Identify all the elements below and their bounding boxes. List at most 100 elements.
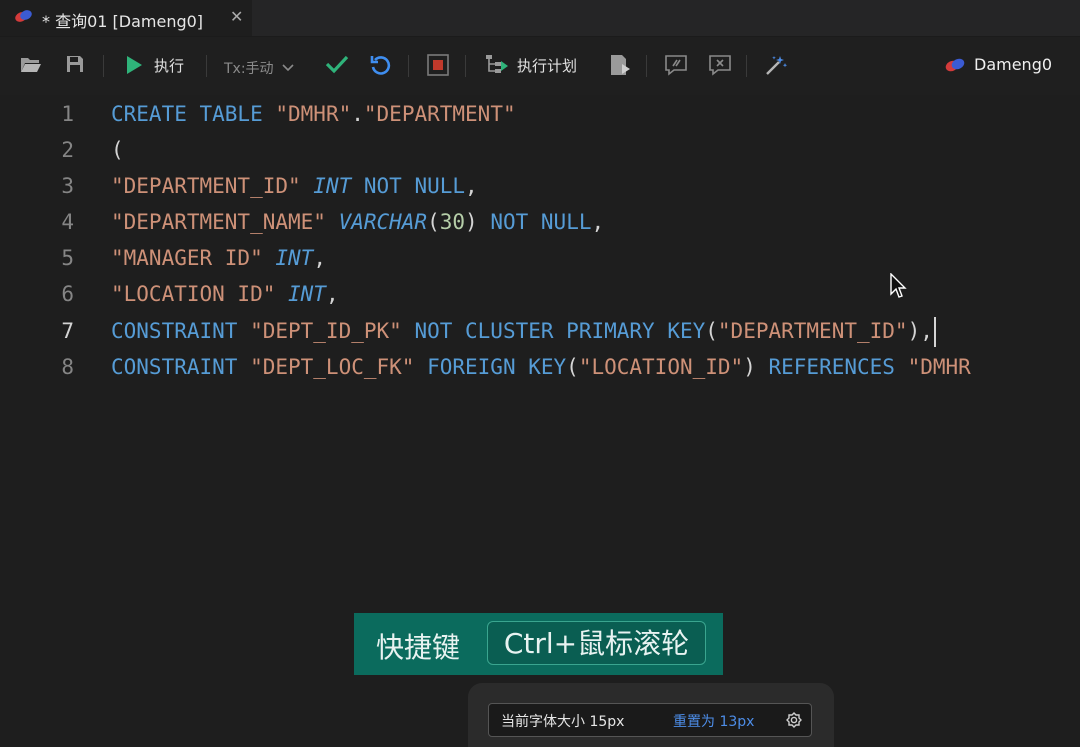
check-icon	[325, 55, 349, 74]
shortcut-hint-prefix: 快捷键	[376, 631, 461, 664]
execution-plan-button[interactable]: 执行计划	[485, 54, 577, 76]
toolbar-divider	[746, 55, 747, 77]
connection-label: Dameng0	[974, 55, 1053, 74]
transaction-mode-label: Tx:手动	[224, 61, 274, 77]
magic-wand-icon	[766, 56, 788, 75]
code-token: ,	[313, 246, 326, 270]
undo-icon	[370, 56, 391, 75]
toolbar-divider	[408, 55, 409, 77]
save-icon	[67, 56, 83, 72]
stop-icon	[427, 54, 449, 76]
code-token: "DEPT_LOC_FK"	[250, 355, 428, 379]
code-token: CONSTRAINT	[111, 319, 251, 343]
comment-icon	[665, 55, 687, 76]
code-token: "DEPARTMENT"	[363, 102, 516, 126]
code-text: "MANAGER ID" INT,	[111, 240, 326, 276]
code-token: "DMHR"	[275, 102, 352, 126]
explain-button[interactable]	[609, 54, 631, 76]
code-token: VARCHAR	[338, 210, 428, 234]
code-line[interactable]: 1 CREATE TABLE "DMHR"."DEPARTMENT"	[0, 96, 1080, 132]
mouse-pointer-icon	[890, 273, 907, 298]
code-token: "MANAGER ID"	[111, 246, 276, 270]
code-token: ,	[465, 174, 478, 198]
execute-button[interactable]: 执行	[124, 54, 184, 76]
line-number: 6	[61, 282, 74, 306]
code-token: ),	[907, 319, 933, 343]
uncomment-button[interactable]	[708, 54, 732, 76]
font-size-bar: 当前字体大小 15px 重置为 13px	[488, 703, 812, 737]
code-token: CONSTRAINT	[111, 355, 251, 379]
code-token: INT	[313, 174, 352, 198]
uncomment-icon	[709, 55, 731, 76]
toolbar-divider	[206, 55, 207, 77]
rollback-button[interactable]	[370, 54, 392, 76]
execution-plan-icon	[486, 55, 508, 73]
execution-plan-label: 执行计划	[517, 56, 578, 75]
line-number: 7	[61, 319, 74, 343]
save-button[interactable]	[65, 54, 85, 74]
chevron-down-icon	[281, 64, 294, 72]
format-button[interactable]	[765, 54, 789, 76]
code-token: NOT CLUSTER PRIMARY KEY	[414, 319, 706, 343]
code-token: INT	[288, 282, 326, 306]
toolbar-divider	[103, 55, 104, 77]
reset-font-size-link[interactable]: 重置为 13px	[673, 711, 754, 731]
code-text: CONSTRAINT "DEPT_LOC_FK" FOREIGN KEY("LO…	[111, 349, 971, 385]
code-line[interactable]: 7 CONSTRAINT "DEPT_ID_PK" NOT CLUSTER PRI…	[0, 313, 1080, 349]
commit-button[interactable]	[325, 54, 349, 74]
line-number: 5	[61, 246, 74, 270]
explain-icon	[611, 55, 630, 75]
line-number: 1	[61, 102, 74, 126]
transaction-mode-select[interactable]: Tx:手动	[224, 58, 294, 78]
code-text: "LOCATION ID" INT,	[111, 276, 339, 312]
code-token: )	[743, 355, 769, 379]
code-token: INT	[275, 246, 314, 270]
code-line[interactable]: 5 "MANAGER ID" INT,	[0, 240, 1080, 276]
code-token: ,	[591, 210, 605, 234]
code-text: (	[111, 132, 124, 168]
code-line[interactable]: 6 "LOCATION ID" INT,	[0, 276, 1080, 312]
code-token: "DMHR	[907, 355, 971, 379]
tab-bar: * 查询01 [Dameng0] ✕	[0, 0, 1080, 37]
code-token: 30	[439, 210, 466, 234]
open-button[interactable]	[20, 54, 42, 74]
code-token: "DEPARTMENT_ID"	[717, 319, 908, 343]
line-number: 3	[61, 174, 74, 198]
dameng-logo-icon	[15, 10, 32, 22]
current-font-size: 当前字体大小 15px	[501, 714, 625, 730]
code-line[interactable]: 8 CONSTRAINT "DEPT_LOC_FK" FOREIGN KEY("L…	[0, 349, 1080, 385]
code-token: NOT NULL	[351, 174, 466, 198]
code-token: "DEPARTMENT_NAME"	[111, 210, 339, 234]
text-caret	[933, 317, 936, 347]
code-token: (	[427, 210, 440, 234]
close-icon[interactable]: ✕	[230, 7, 243, 26]
code-line[interactable]: 4 "DEPARTMENT_NAME" VARCHAR(30) NOT NULL,	[0, 204, 1080, 240]
code-token: FOREIGN KEY	[427, 355, 567, 379]
code-token: .	[351, 102, 364, 126]
line-number: 2	[61, 138, 74, 162]
tab-query01[interactable]: * 查询01 [Dameng0] ✕	[0, 0, 252, 36]
code-token: NOT NULL	[490, 210, 592, 234]
folder-open-icon	[21, 58, 41, 72]
connection-indicator[interactable]: Dameng0	[944, 55, 1052, 74]
code-token: REFERENCES	[768, 355, 908, 379]
code-text: "DEPARTMENT_NAME" VARCHAR(30) NOT NULL,	[111, 204, 604, 240]
code-token: "LOCATION ID"	[111, 282, 289, 306]
code-token: "DEPARTMENT_ID"	[111, 174, 314, 198]
code-token: (	[566, 355, 579, 379]
code-line[interactable]: 2(	[0, 132, 1080, 168]
code-line[interactable]: 3 "DEPARTMENT_ID" INT NOT NULL,	[0, 168, 1080, 204]
stop-button[interactable]	[427, 54, 449, 76]
dameng-logo-icon	[945, 58, 965, 71]
line-number: 4	[61, 210, 74, 234]
toolbar-divider	[465, 55, 466, 77]
code-token: "LOCATION_ID"	[578, 355, 744, 379]
gear-icon[interactable]	[785, 711, 803, 729]
code-text: CONSTRAINT "DEPT_ID_PK" NOT CLUSTER PRIM…	[111, 313, 936, 349]
code-token: ,	[325, 282, 339, 306]
code-token: CREATE TABLE	[111, 102, 276, 126]
line-number: 8	[61, 355, 74, 379]
comment-button[interactable]	[664, 54, 688, 76]
code-text: CREATE TABLE "DMHR"."DEPARTMENT"	[111, 96, 516, 132]
code-token: )	[465, 210, 491, 234]
